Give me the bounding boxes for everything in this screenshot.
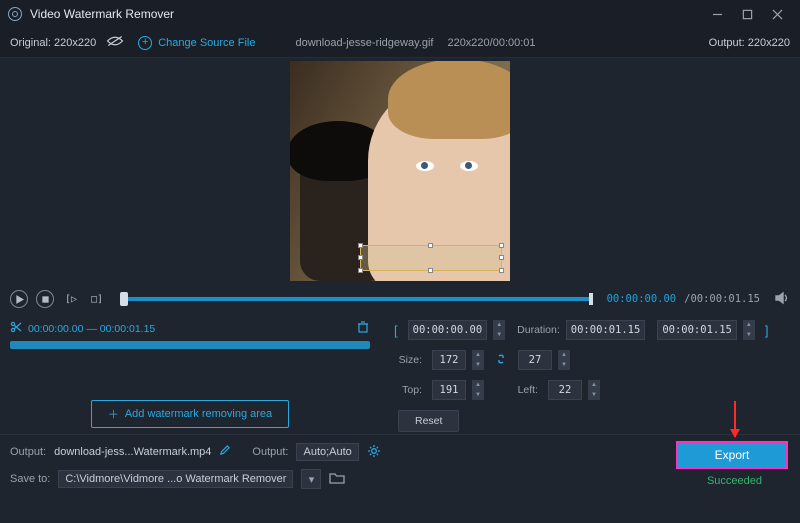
titlebar: Video Watermark Remover — [0, 0, 800, 28]
clip-range: 00:00:00.00 — 00:00:01.15 — [28, 323, 155, 335]
playback-controls: [▷ □] 00:00:00.00/00:00:01.15 — [0, 284, 800, 314]
export-button[interactable]: Export — [676, 441, 788, 469]
top-stepper[interactable]: ▲▼ — [472, 380, 484, 400]
output-preset-select[interactable]: Auto;Auto — [296, 443, 358, 461]
play-button[interactable] — [10, 290, 28, 308]
bracket-end-icon[interactable]: ] — [765, 323, 769, 338]
size-label: Size: — [390, 354, 422, 366]
change-source-label: Change Source File — [158, 37, 255, 49]
status-text: Succeeded — [707, 475, 762, 487]
preview-toggle-icon[interactable] — [106, 35, 124, 50]
set-end-button[interactable]: □] — [88, 290, 106, 308]
timeline-slider[interactable] — [120, 290, 593, 308]
start-time-stepper[interactable]: ▲▼ — [493, 320, 505, 340]
output-settings-button[interactable] — [367, 444, 381, 461]
start-time-input[interactable]: 00:00:00.00 — [408, 320, 488, 340]
plus-circle-icon: + — [138, 36, 152, 50]
output-filename: download-jess...Watermark.mp4 — [54, 446, 211, 458]
size-height-stepper[interactable]: ▲▼ — [558, 350, 570, 370]
open-folder-button[interactable] — [329, 471, 345, 488]
toolbar: Original: 220x220 + Change Source File d… — [0, 28, 800, 58]
add-watermark-area-button[interactable]: ＋ Add watermark removing area — [91, 400, 289, 428]
video-frame[interactable] — [290, 61, 510, 281]
scissors-icon — [10, 321, 22, 336]
app-logo-icon — [8, 7, 22, 21]
change-source-button[interactable]: + Change Source File — [138, 36, 255, 50]
stop-button[interactable] — [36, 290, 54, 308]
top-input[interactable]: 191 — [432, 380, 466, 400]
end-time-input[interactable]: 00:00:01.15 — [657, 320, 737, 340]
params-panel: [ 00:00:00.00 ▲▼ Duration: 00:00:01.15 00… — [390, 318, 790, 434]
set-start-button[interactable]: [▷ — [62, 290, 80, 308]
time-total: /00:00:01.15 — [684, 293, 760, 305]
save-path-field[interactable]: C:\Vidmore\Vidmore ...o Watermark Remove… — [58, 470, 293, 488]
size-height-input[interactable]: 27 — [518, 350, 552, 370]
end-time-stepper[interactable]: ▲▼ — [743, 320, 755, 340]
duration-label: Duration: — [517, 324, 560, 336]
left-stepper[interactable]: ▲▼ — [588, 380, 600, 400]
source-filename: download-jesse-ridgeway.gif — [295, 37, 433, 49]
output-file-label: Output: — [10, 446, 46, 458]
output-preset-label: Output: — [252, 446, 288, 458]
bottom-bar: Output: download-jess...Watermark.mp4 Ou… — [0, 434, 800, 493]
reset-button[interactable]: Reset — [398, 410, 459, 432]
link-dimensions-icon[interactable] — [494, 352, 508, 369]
add-watermark-label: Add watermark removing area — [125, 408, 272, 420]
clip-panel: 00:00:00.00 — 00:00:01.15 ＋ Add watermar… — [10, 318, 370, 434]
left-input[interactable]: 22 — [548, 380, 582, 400]
source-dimensions-time: 220x220/00:00:01 — [447, 37, 535, 49]
clip-progress[interactable] — [10, 341, 370, 349]
save-to-label: Save to: — [10, 473, 50, 485]
edit-output-name-button[interactable] — [219, 445, 230, 459]
time-current: 00:00:00.00 — [607, 293, 677, 305]
watermark-selection-box[interactable] — [360, 245, 502, 271]
top-label: Top: — [390, 384, 422, 396]
app-title: Video Watermark Remover — [30, 7, 174, 21]
annotation-arrow-icon — [734, 401, 736, 437]
size-width-stepper[interactable]: ▲▼ — [472, 350, 484, 370]
close-button[interactable] — [762, 4, 792, 24]
minimize-button[interactable] — [702, 4, 732, 24]
left-label: Left: — [506, 384, 538, 396]
bracket-start-icon[interactable]: [ — [394, 323, 398, 338]
duration-value: 00:00:01.15 — [566, 320, 646, 340]
plus-icon: ＋ — [108, 406, 119, 422]
delete-clip-button[interactable] — [356, 320, 370, 337]
save-path-dropdown[interactable]: ▾ — [301, 469, 321, 489]
output-dimensions: Output: 220x220 — [709, 37, 790, 49]
maximize-button[interactable] — [732, 4, 762, 24]
volume-icon[interactable] — [774, 290, 790, 309]
original-dimensions: Original: 220x220 — [10, 37, 96, 49]
size-width-input[interactable]: 172 — [432, 350, 466, 370]
preview-area — [0, 58, 800, 284]
